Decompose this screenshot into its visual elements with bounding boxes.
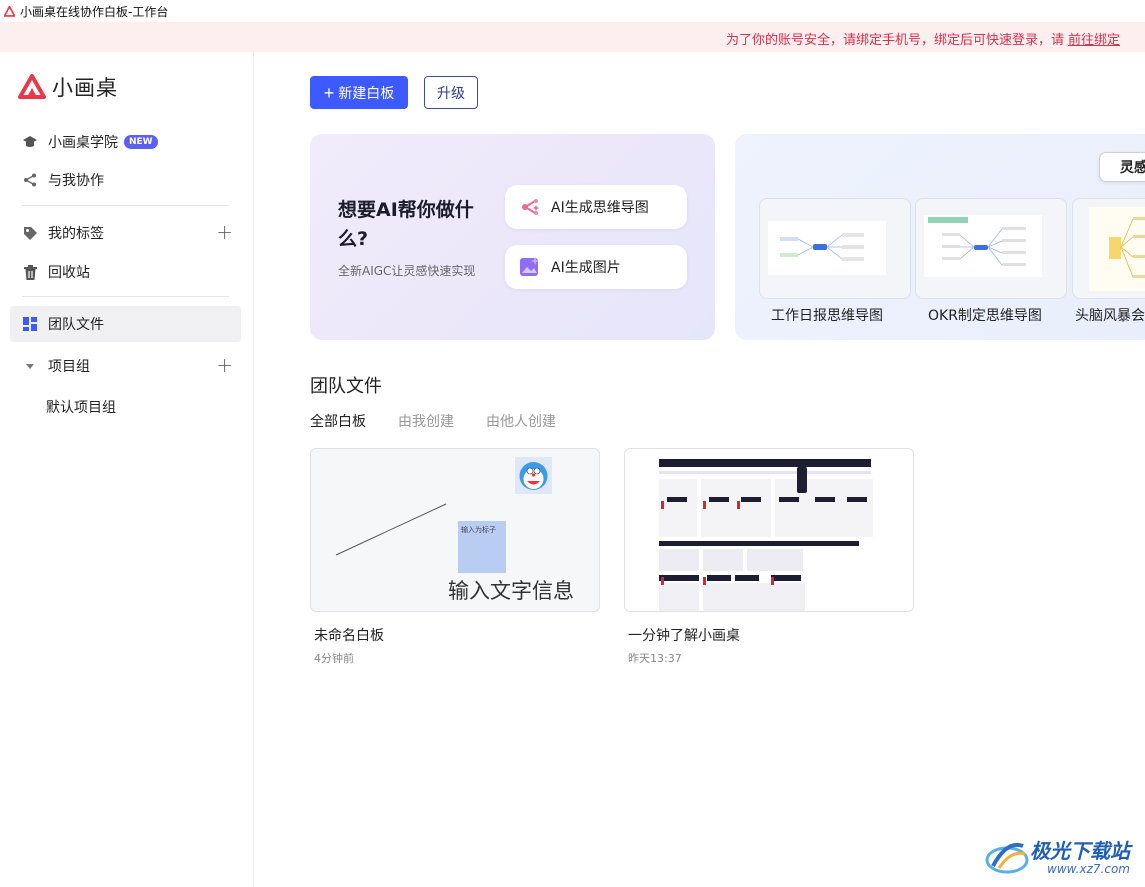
tab-created-by-others[interactable]: 由他人创建 [486,411,556,431]
sidebar-item-default-project[interactable]: 默认项目组 [46,397,116,417]
share-icon [22,172,38,188]
file-card-untitled[interactable]: 输入为标子 输入文字信息 [310,448,600,612]
dashboard-icon [22,316,38,332]
app-logo-icon [4,5,15,17]
section-title: 团队文件 [310,376,382,397]
sidebar-item-label: 项目组 [48,359,90,375]
sidebar-item-trash[interactable]: 回收站 [10,254,241,290]
template-preview [924,215,1042,277]
sidebar-divider [22,296,229,297]
file-card-intro[interactable] [624,448,914,612]
sidebar-item-label: 我的标签 [48,226,104,242]
sidebar-item-label: 小画桌学院 [48,135,118,151]
window-titlebar: 小画桌在线协作白板-工作台 [0,0,1145,22]
add-project-icon[interactable]: + [216,355,233,375]
ai-image-button[interactable]: AI生成图片 [505,245,687,289]
new-board-button[interactable]: + 新建白板 [310,76,408,109]
new-badge: NEW [124,135,158,149]
sidebar-item-label: 团队文件 [48,317,104,333]
template-thumb-daily-report[interactable] [759,198,911,299]
banner-message: 为了你的账号安全，请绑定手机号，绑定后可快速登录，请 前往绑定 [726,33,1121,48]
sidebar-item-project-group[interactable]: 项目组 + [10,348,241,384]
brand-mark-icon [18,74,46,99]
file-filter-tabs: 全部白板 由我创建 由他人创建 [310,411,588,431]
tab-all-boards[interactable]: 全部白板 [310,411,366,431]
sidebar-item-team-files[interactable]: 团队文件 [10,306,241,342]
upgrade-button[interactable]: 升级 [424,76,478,109]
mindmap-sparkle-icon [519,196,541,218]
trash-icon [22,264,38,280]
ai-subtitle: 全新AIGC让灵感快速实现 [338,264,476,278]
template-preview [768,221,886,275]
template-thumb-okr[interactable] [915,198,1067,299]
sidebar-item-label: 与我协作 [48,173,104,189]
template-thumb-brainstorm[interactable] [1072,198,1145,299]
sidebar-item-label: 回收站 [48,265,90,281]
sidebar-item-tags[interactable]: 我的标签 + [10,215,241,251]
sidebar-divider [22,205,229,206]
graduation-cap-icon [22,134,38,150]
tab-inspiration[interactable]: 灵感 [1099,152,1145,182]
brand-name: 小画桌 [52,76,118,100]
template-gallery: 灵感 工作日报思维导图 OKR制定思维导图 头脑风暴会 [735,134,1145,340]
watermark-text: 极光下载站 [1030,839,1130,863]
file-time: 4分钟前 [314,652,354,665]
site-watermark: 极光下载站 www.xz7.com [985,830,1145,884]
plus-icon: + [323,82,335,103]
window-title: 小画桌在线协作白板-工作台 [20,4,169,19]
ai-assistant-card: 想要AI帮你做什么? 全新AIGC让灵感快速实现 AI生成思维导图 AI生成图片 [310,134,715,340]
caret-down-icon[interactable] [22,358,38,374]
watermark-logo-icon [985,843,1029,874]
image-sparkle-icon [519,256,541,278]
tag-icon [22,225,38,241]
template-label: 头脑风暴会 [1075,308,1145,324]
sidebar-item-collab[interactable]: 与我协作 [10,162,241,198]
template-label: 工作日报思维导图 [771,308,883,324]
sticky-note-text: 输入为标子 [461,526,496,534]
board-thumbnail [625,449,913,611]
bind-phone-link[interactable]: 前往绑定 [1068,33,1120,48]
sidebar: 小画桌 小画桌学院 NEW 与我协作 我的标签 + 回收站 团队文件 项目组 +… [0,52,254,887]
sidebar-item-academy[interactable]: 小画桌学院 NEW [10,124,241,160]
ai-mindmap-button[interactable]: AI生成思维导图 [505,185,687,229]
file-time: 昨天13:37 [628,652,682,665]
bind-phone-banner: 为了你的账号安全，请绑定手机号，绑定后可快速登录，请 前往绑定 [0,22,1145,52]
file-name[interactable]: 未命名白板 [314,625,384,645]
ai-title: 想要AI帮你做什么? [338,199,474,250]
brand-logo[interactable]: 小画桌 [18,72,118,102]
tab-created-by-me[interactable]: 由我创建 [398,411,454,431]
file-name[interactable]: 一分钟了解小画桌 [628,625,740,645]
watermark-url: www.xz7.com [1047,862,1130,876]
board-text: 输入文字信息 [448,579,574,603]
template-label: OKR制定思维导图 [928,308,1042,324]
add-tag-icon[interactable]: + [216,222,233,242]
template-preview [1089,207,1145,291]
